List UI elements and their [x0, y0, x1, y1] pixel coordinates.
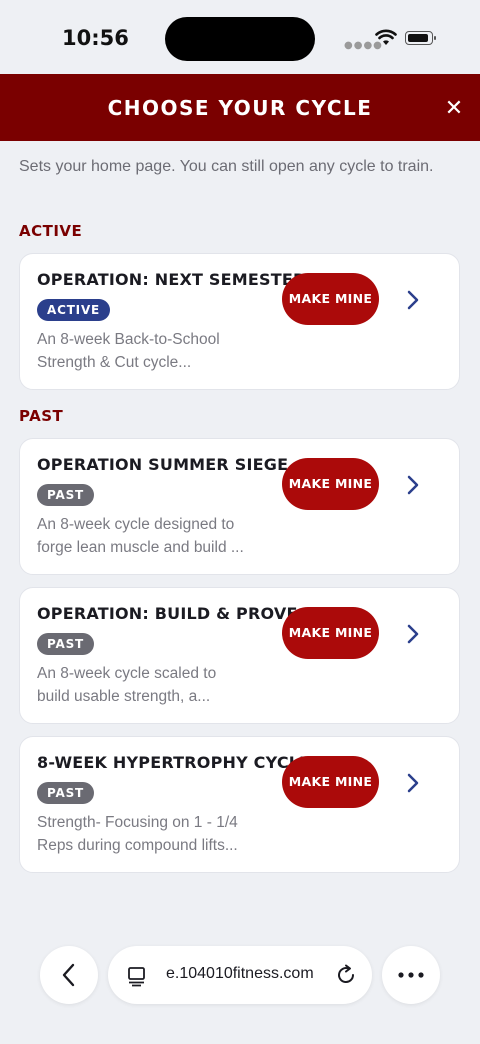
- chevron-right-icon[interactable]: [406, 624, 420, 644]
- description-line: Strength & Cut cycle...: [37, 354, 192, 371]
- cycle-description: Strength- Focusing on 1 - 1/4 Reps durin…: [37, 811, 267, 857]
- description-line: An 8-week Back-to-School: [37, 331, 220, 348]
- close-icon: ✕: [444, 95, 464, 120]
- status-time: 10:56: [62, 26, 129, 50]
- section-label-active: ACTIVE: [19, 222, 83, 240]
- chevron-right-icon[interactable]: [406, 773, 420, 793]
- cycle-title: OPERATION SUMMER SIEGE: [37, 455, 289, 474]
- status-badge: PAST: [37, 484, 95, 506]
- reload-icon[interactable]: [334, 963, 358, 987]
- tabs-icon[interactable]: [126, 965, 148, 987]
- battery-icon: [405, 31, 436, 45]
- address-bar[interactable]: e.104010fitness.com: [108, 946, 372, 1004]
- chevron-right-icon[interactable]: [406, 475, 420, 495]
- cycle-card[interactable]: 8-WEEK HYPERTROPHY CYCLE PAST Strength- …: [19, 736, 460, 873]
- cycle-card[interactable]: OPERATION: NEXT SEMESTER ACTIVE An 8-wee…: [19, 253, 460, 390]
- cycle-card[interactable]: OPERATION: BUILD & PROVE PAST An 8-week …: [19, 587, 460, 724]
- description-line: Reps during compound lifts...: [37, 837, 238, 854]
- status-badge: PAST: [37, 782, 95, 804]
- cycle-description: An 8-week cycle designed to forge lean m…: [37, 513, 267, 559]
- cycle-title: 8-WEEK HYPERTROPHY CYCLE: [37, 753, 311, 772]
- description-line: build usable strength, a...: [37, 688, 211, 705]
- more-icon: [398, 972, 424, 978]
- browser-back-button[interactable]: [40, 946, 98, 1004]
- modal-header: CHOOSE YOUR CYCLE ✕: [0, 74, 480, 141]
- url-text: e.104010fitness.com: [166, 965, 314, 982]
- dynamic-island: [165, 17, 315, 61]
- cycle-title: OPERATION: NEXT SEMESTER: [37, 270, 306, 289]
- cycle-description: An 8-week Back-to-School Strength & Cut …: [37, 328, 267, 374]
- page-title: CHOOSE YOUR CYCLE: [107, 96, 373, 120]
- description-line: An 8-week cycle designed to: [37, 516, 235, 533]
- description-line: forge lean muscle and build ...: [37, 539, 244, 556]
- description-line: Strength- Focusing on 1 - 1/4: [37, 814, 238, 831]
- make-mine-button[interactable]: MAKE MINE: [282, 756, 379, 808]
- status-badge: PAST: [37, 633, 95, 655]
- browser-more-button[interactable]: [382, 946, 440, 1004]
- cycle-description: An 8-week cycle scaled to build usable s…: [37, 662, 267, 708]
- make-mine-button[interactable]: MAKE MINE: [282, 273, 379, 325]
- make-mine-button[interactable]: MAKE MINE: [282, 607, 379, 659]
- close-button[interactable]: ✕: [440, 94, 468, 122]
- cycle-card[interactable]: OPERATION SUMMER SIEGE PAST An 8-week cy…: [19, 438, 460, 575]
- status-bar: 10:56 ●●●●: [0, 0, 480, 74]
- description-line: An 8-week cycle scaled to: [37, 665, 217, 682]
- section-label-past: PAST: [19, 407, 64, 425]
- status-badge: ACTIVE: [37, 299, 111, 321]
- wifi-icon: [375, 29, 397, 45]
- chevron-left-icon: [62, 963, 75, 987]
- chevron-right-icon[interactable]: [406, 290, 420, 310]
- make-mine-button[interactable]: MAKE MINE: [282, 458, 379, 510]
- cycle-title: OPERATION: BUILD & PROVE: [37, 604, 298, 623]
- page-subtitle: Sets your home page. You can still open …: [19, 158, 434, 175]
